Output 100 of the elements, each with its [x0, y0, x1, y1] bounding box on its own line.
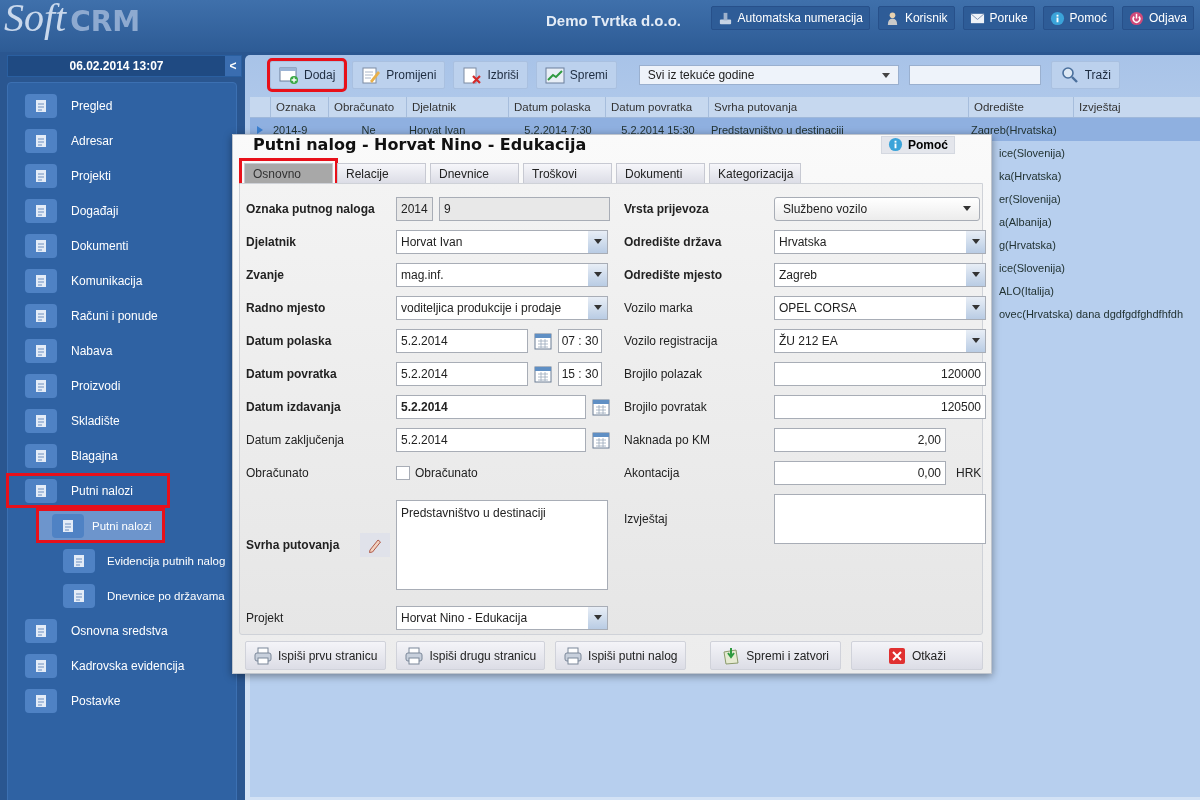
search-button[interactable]: Traži — [1050, 61, 1120, 89]
field-label: Akontacija — [624, 465, 681, 480]
column-header[interactable]: Odredište — [968, 97, 1073, 117]
field-label: Vozilo marka — [624, 300, 694, 315]
calendar-icon[interactable] — [592, 430, 610, 449]
nav-item[interactable]: Postavke — [8, 685, 168, 716]
text-area[interactable] — [774, 494, 986, 544]
dialog-button[interactable]: Otkaži — [850, 641, 983, 670]
column-header[interactable]: Datum povratka — [605, 97, 708, 117]
calendar-icon[interactable] — [592, 397, 610, 416]
nav-subitem[interactable]: Evidencija putnih nalog — [18, 545, 232, 576]
dropdown-field[interactable]: Hrvatska — [774, 229, 986, 254]
toolbar-button[interactable]: Dodaj — [270, 61, 345, 89]
field-label: Datum zaključenja — [246, 432, 346, 447]
page-tile-icon — [25, 373, 57, 398]
number-field[interactable]: 120000 — [774, 361, 986, 386]
search-field[interactable] — [908, 65, 1041, 85]
dialog-button[interactable]: Ispiši drugu stranicu — [396, 641, 546, 670]
nav-item[interactable]: Dokumenti — [8, 230, 168, 261]
page-tile-icon — [25, 688, 57, 713]
nav-subitem[interactable]: Dnevnice po državama — [18, 580, 231, 611]
column-header[interactable]: Svrha putovanja — [708, 97, 968, 117]
currency-label: HRK — [956, 465, 982, 480]
field-label: Naknada po KM — [624, 432, 712, 447]
column-header[interactable]: Datum polaska — [508, 97, 605, 117]
header-button[interactable]: Odjava — [1121, 6, 1194, 30]
header-button[interactable]: Korisnik — [877, 6, 955, 30]
field-label: Odredište mjesto — [624, 267, 724, 282]
toolbar-button[interactable]: Promijeni — [352, 61, 446, 89]
field-label: Oznaka putnog naloga — [246, 201, 376, 216]
nav-item[interactable]: Adresar — [8, 125, 168, 156]
tab[interactable]: Dokumenti — [616, 163, 705, 183]
nav-item[interactable]: Nabava — [8, 335, 168, 366]
printer-icon — [254, 646, 272, 665]
toolbar-button[interactable]: Spremi — [535, 61, 617, 89]
nav-item[interactable]: Događaji — [8, 195, 168, 226]
toolbar-button[interactable]: Izbriši — [453, 61, 528, 89]
dropdown-field[interactable]: Zagreb — [774, 262, 986, 287]
power-icon — [1128, 10, 1144, 26]
table-cell: dana dgdfgdfghdfhfdh — [1076, 307, 1184, 320]
field-label: Datum izdavanja — [246, 399, 342, 414]
calendar-icon[interactable] — [534, 364, 552, 383]
tab[interactable]: Dnevnice — [430, 163, 519, 183]
pencil-button[interactable] — [360, 533, 390, 557]
date-field[interactable]: 5.2.2014 — [396, 328, 528, 353]
dropdown-field[interactable]: Službeno vozilo — [774, 196, 980, 221]
nav-item[interactable]: Osnovna sredstva — [8, 615, 174, 646]
header-button[interactable]: Pomoć — [1042, 6, 1114, 30]
calendar-icon[interactable] — [534, 331, 552, 350]
header-button[interactable]: Automatska numeracija — [710, 6, 870, 30]
date-field[interactable]: 5.2.2014 — [396, 394, 586, 419]
nav-item[interactable]: Računi i ponude — [8, 300, 168, 331]
save-arrow-icon — [722, 646, 741, 665]
nav-item[interactable]: Kadrovska evidencija — [8, 650, 191, 681]
dropdown-field[interactable]: mag.inf. — [396, 262, 608, 287]
cancel-icon — [887, 646, 906, 665]
column-header[interactable]: Izvještaj — [1073, 97, 1193, 117]
nav-item[interactable]: Komunikacija — [8, 265, 168, 296]
column-header[interactable]: Oznaka — [270, 97, 328, 117]
column-header[interactable]: Obračunato — [328, 97, 406, 117]
page-tile-icon — [25, 268, 57, 293]
date-field[interactable]: 5.2.2014 — [396, 361, 528, 386]
dropdown-field[interactable]: voditeljica produkcije i prodaje — [396, 295, 608, 320]
number-field[interactable]: 2,00 — [774, 427, 946, 452]
page-tile-icon — [25, 478, 57, 503]
nav-item[interactable]: Putni nalozi — [8, 475, 168, 506]
page-tile-icon — [25, 618, 57, 643]
collapse-button[interactable]: < — [225, 56, 241, 76]
number-field[interactable]: 0,00 — [774, 460, 946, 485]
tab[interactable]: Relacije — [337, 163, 426, 183]
nav-item[interactable]: Pregled — [8, 90, 168, 121]
tab[interactable]: Kategorizacija — [709, 163, 801, 183]
checkbox[interactable] — [396, 465, 410, 480]
text-area[interactable]: Predstavništvo u destinaciji — [396, 500, 608, 590]
nav-item[interactable]: Proizvodi — [8, 370, 168, 401]
table-cell: Horvat Ivan — [409, 123, 466, 136]
page-tile-icon — [25, 163, 57, 188]
field-label: Radno mjesto — [246, 300, 327, 315]
nav-item[interactable]: Skladište — [8, 405, 168, 436]
time-field[interactable]: 15 : 30 — [558, 361, 602, 386]
window-plus-icon — [279, 66, 299, 84]
nav-item[interactable]: Projekti — [8, 160, 168, 191]
tab[interactable]: Troškovi — [523, 163, 612, 183]
help-button[interactable]: Pomoć — [881, 135, 955, 154]
dropdown-field[interactable]: Horvat Nino - Edukacija — [396, 605, 608, 630]
dropdown-field[interactable]: Horvat Ivan — [396, 229, 608, 254]
dialog-button[interactable]: Ispiši prvu stranicu — [245, 641, 387, 670]
number-field[interactable]: 120500 — [774, 394, 986, 419]
dialog-button[interactable]: Ispiši putni nalog — [555, 641, 687, 670]
dropdown-field[interactable]: ŽU 212 EA — [774, 328, 986, 353]
dropdown-field[interactable]: OPEL CORSA — [774, 295, 986, 320]
printer-icon — [405, 646, 424, 665]
filter-dropdown[interactable]: Svi iz tekuće godine — [638, 65, 899, 85]
pencil-icon — [367, 537, 383, 553]
header-button[interactable]: Poruke — [962, 6, 1035, 30]
nav-item[interactable]: Blagajna — [8, 440, 168, 471]
time-field[interactable]: 07 : 30 — [558, 328, 602, 353]
dialog-button[interactable]: Spremi i zatvori — [710, 641, 841, 670]
date-field[interactable]: 5.2.2014 — [396, 427, 586, 452]
column-header[interactable]: Djelatnik — [406, 97, 508, 117]
